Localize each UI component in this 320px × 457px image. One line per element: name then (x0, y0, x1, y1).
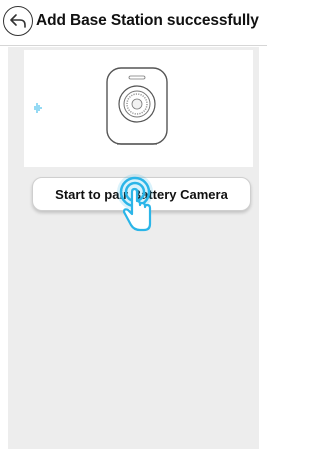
camera-illustration (24, 50, 253, 167)
battery-camera-icon (106, 67, 168, 145)
app-screen: Add Base Station successfully Start to p… (0, 0, 267, 457)
page-title: Add Base Station successfully (36, 12, 259, 29)
back-arrow-icon (10, 14, 26, 28)
sound-wave-icon (34, 103, 42, 113)
start-pair-button[interactable]: Start to pair Battery Camera (32, 177, 251, 211)
header-bar: Add Base Station successfully (0, 0, 267, 46)
back-button[interactable] (3, 6, 33, 36)
